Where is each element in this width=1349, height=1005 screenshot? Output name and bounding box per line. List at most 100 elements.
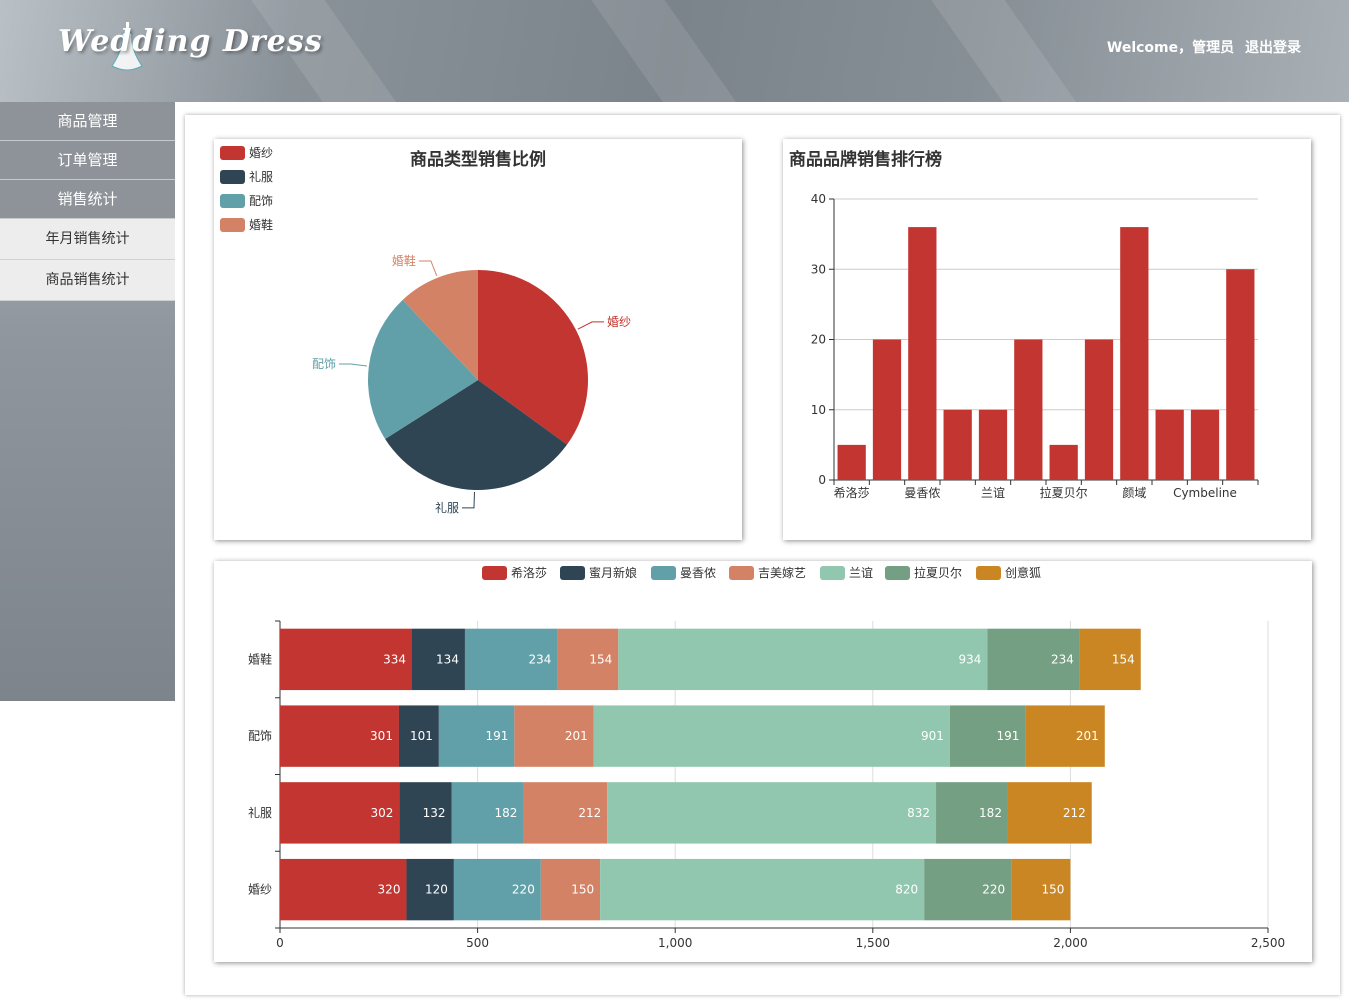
bar <box>1049 444 1078 480</box>
logout-link[interactable]: 退出登录 <box>1245 40 1301 56</box>
pie-legend-label: 婚纱 <box>249 146 273 160</box>
sidebar-item-sales-statistics[interactable]: 销售统计 <box>0 180 175 219</box>
bar <box>1120 227 1149 480</box>
pie-legend-swatch <box>220 170 245 184</box>
pie-label-line <box>577 321 605 330</box>
bar <box>1014 339 1043 480</box>
stacked-bar-segment <box>607 782 937 844</box>
bar-value-label: 220 <box>982 883 1005 897</box>
bar-value-label: 182 <box>495 806 518 820</box>
stacked-bar-card: 希洛莎 蜜月新娘 曼香侬 吉美嫁艺 兰谊 拉夏贝尔 创意狐 0 500 1,000 1,500 2,0… <box>214 561 1312 962</box>
x-tick-label: 0 <box>276 936 284 950</box>
brand-ranking-chart: 0 10 20 30 40 希洛莎 曼香侬 兰谊 拉夏贝尔 颜域 Cymbeline <box>811 192 1259 500</box>
y-tick-label: 10 <box>811 403 826 417</box>
x-tick-label: 颜域 <box>1122 485 1146 500</box>
y-tick-label: 40 <box>811 192 826 206</box>
stacked-bar-chart: 希洛莎 蜜月新娘 曼香侬 吉美嫁艺 兰谊 拉夏贝尔 创意狐 0 500 1,000 1,500 2,0… <box>248 565 1285 950</box>
bar-value-label: 191 <box>996 729 1019 743</box>
x-tick-label: 1,500 <box>856 936 890 950</box>
pie-legend-swatch <box>220 146 245 160</box>
bar-value-label: 234 <box>1051 652 1074 666</box>
y-tick-label: 20 <box>811 333 826 347</box>
x-tick-label: 2,000 <box>1053 936 1087 950</box>
stack-legend-label: 蜜月新娘 <box>589 565 637 580</box>
bar-value-label: 154 <box>589 652 612 666</box>
stack-legend-swatch <box>729 566 754 580</box>
bar <box>1084 339 1114 480</box>
x-tick-label: Cymbeline <box>1173 486 1237 500</box>
x-tick-label: 500 <box>466 936 489 950</box>
bar <box>872 339 902 480</box>
pie-legend-label: 婚鞋 <box>249 217 273 232</box>
x-tick-label: 希洛莎 <box>834 485 870 500</box>
bar-value-label: 182 <box>979 806 1002 820</box>
y-tick-label: 礼服 <box>248 805 272 820</box>
welcome-text: Welcome，管理员 <box>1106 40 1235 56</box>
brand-ranking-card: 商品品牌销售排行榜 0 10 20 30 40 希洛莎 曼香侬 兰谊 拉夏贝尔 颜域 Cymbeli… <box>783 139 1311 540</box>
y-tick-label: 30 <box>811 262 826 276</box>
bar-value-label: 120 <box>425 883 448 897</box>
stack-legend-label: 吉美嫁艺 <box>758 565 806 580</box>
sidebar: 商品管理 订单管理 销售统计 年月销售统计 商品销售统计 <box>0 102 175 701</box>
stacked-bar-segment <box>600 858 925 921</box>
stack-legend-swatch <box>885 566 910 580</box>
stack-legend-swatch <box>976 566 1001 580</box>
bar <box>1155 409 1184 480</box>
y-tick-label: 配饰 <box>248 729 272 743</box>
sidebar-item-product-sales[interactable]: 商品销售统计 <box>0 260 175 301</box>
stack-legend-label: 拉夏贝尔 <box>914 565 962 580</box>
pie-slice-label: 婚纱 <box>607 315 631 329</box>
bar <box>1226 269 1255 480</box>
sidebar-item-order-management[interactable]: 订单管理 <box>0 141 175 180</box>
sidebar-item-monthly-sales[interactable]: 年月销售统计 <box>0 219 175 260</box>
bar <box>1190 409 1220 480</box>
x-tick-label: 拉夏贝尔 <box>1040 485 1088 500</box>
bar-value-label: 201 <box>565 729 588 743</box>
bar-value-label: 934 <box>959 652 982 666</box>
bar-value-label: 154 <box>1112 652 1135 666</box>
stack-legend-label: 希洛莎 <box>511 565 547 580</box>
pie-legend-swatch <box>220 194 245 208</box>
pie-legend-label: 配饰 <box>249 194 273 208</box>
header-decoration <box>928 0 1092 102</box>
stacked-bar-segment <box>593 705 950 767</box>
bar-value-label: 320 <box>378 883 401 897</box>
bar-value-label: 820 <box>895 883 918 897</box>
stack-legend-swatch <box>482 566 507 580</box>
stack-legend-swatch <box>560 566 585 580</box>
pie-slice-label: 配饰 <box>312 357 336 371</box>
stack-legend-swatch <box>820 566 845 580</box>
y-tick-label: 婚纱 <box>248 883 272 897</box>
header-decoration <box>588 0 752 102</box>
bar-value-label: 832 <box>907 806 930 820</box>
x-tick-label: 曼香侬 <box>904 486 940 500</box>
pie-label-line <box>418 260 438 277</box>
pie-legend-swatch <box>220 218 245 232</box>
bar <box>978 409 1008 480</box>
y-tick-label: 婚鞋 <box>248 651 272 666</box>
bar <box>908 227 937 480</box>
stack-legend-label: 创意狐 <box>1005 565 1041 580</box>
bar-value-label: 132 <box>423 806 446 820</box>
bar-value-label: 302 <box>370 806 393 820</box>
bar-value-label: 101 <box>410 729 433 743</box>
stack-legend-swatch <box>651 566 676 580</box>
pie-chart-card: 商品类型销售比例 婚纱 礼服 配饰 婚鞋 婚纱 礼服 配饰 婚鞋 <box>214 139 742 540</box>
stack-legend-label: 曼香侬 <box>680 566 716 580</box>
bar-value-label: 191 <box>485 729 508 743</box>
app-header: Wedding Dress Welcome，管理员 退出登录 <box>0 0 1349 102</box>
bar-value-label: 220 <box>512 883 535 897</box>
bar-value-label: 234 <box>529 652 552 666</box>
stacked-bar-segment <box>618 628 988 691</box>
stack-legend-label: 兰谊 <box>849 565 873 580</box>
sidebar-item-product-management[interactable]: 商品管理 <box>0 102 175 141</box>
pie-slice-label: 礼服 <box>435 500 459 515</box>
bar <box>943 409 972 480</box>
pie-chart: 婚纱礼服配饰婚鞋婚纱礼服配饰婚鞋 <box>220 146 631 515</box>
bar-value-label: 212 <box>578 806 601 820</box>
bar-value-label: 334 <box>383 652 406 666</box>
pie-legend-label: 礼服 <box>249 169 273 184</box>
y-tick-label: 0 <box>818 473 826 487</box>
bar-value-label: 201 <box>1076 729 1099 743</box>
x-tick-label: 2,500 <box>1251 936 1285 950</box>
